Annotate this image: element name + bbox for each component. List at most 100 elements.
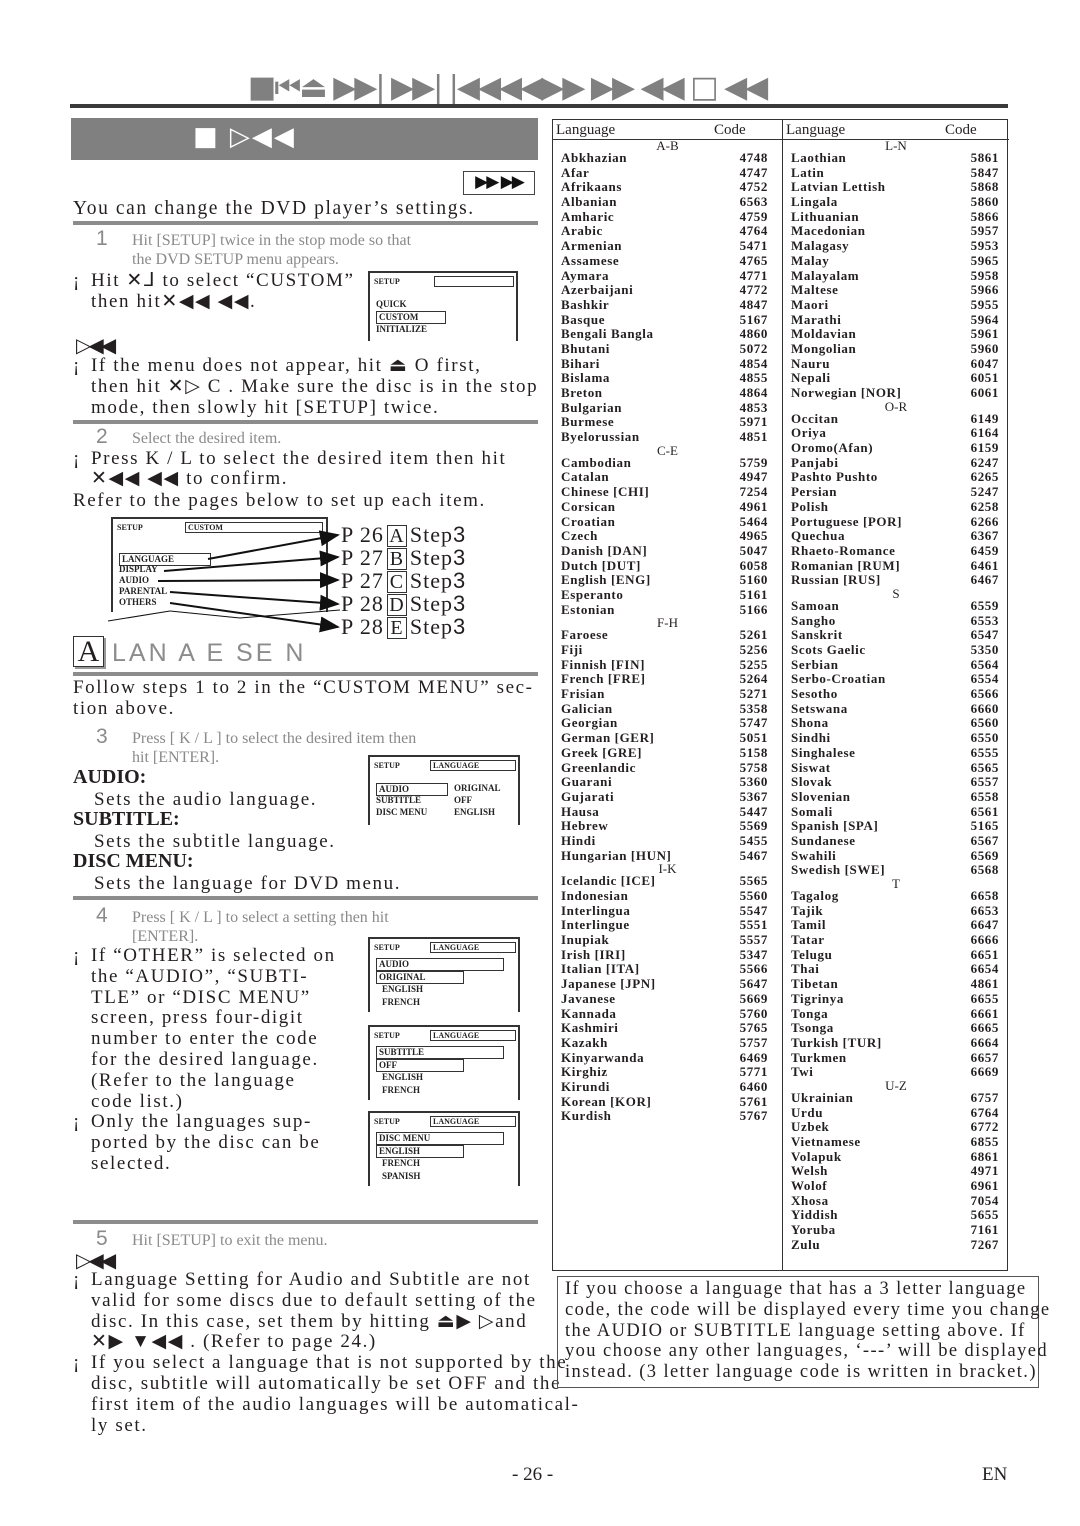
page-ref-language[interactable]: P 26 A Step3	[341, 522, 466, 547]
language-code: 5051	[739, 730, 768, 746]
language-row: Breton 4864	[553, 385, 782, 401]
language-name: Breton	[561, 385, 603, 400]
language-row: Tigrinya 6655	[783, 991, 1009, 1007]
language-name: Basque	[561, 311, 606, 327]
language-code: 4748	[739, 150, 768, 165]
language-name: English [ENG]	[561, 572, 651, 588]
language-row: Spanish [SPA] 5165	[783, 818, 1009, 834]
language-code: 6550	[970, 730, 999, 746]
quick-guide-badge: ▶▶ ▶▶	[463, 171, 535, 195]
language-name: Esperanto	[561, 586, 624, 602]
step-number: 4	[96, 904, 108, 927]
language-code: 4765	[739, 252, 768, 268]
language-row: French [FRE] 5264	[553, 672, 782, 687]
language-row: Korean [KOR] 5761	[553, 1093, 782, 1110]
header-code: Code	[714, 122, 746, 138]
page-ref-display[interactable]: P 27 B Step3	[341, 545, 466, 570]
language-name: Hausa	[561, 803, 600, 819]
language-code: 5957	[970, 223, 999, 239]
page-ref-others[interactable]: P 28 E Step3	[341, 614, 466, 639]
language-name: Samoan	[791, 597, 840, 613]
language-name: Uzbek	[791, 1119, 830, 1135]
language-code: 6047	[970, 355, 999, 371]
note-line: instead. (3 letter language code is writ…	[565, 1362, 1037, 1383]
language-name: Galician	[561, 700, 613, 716]
osd-option: FRENCH	[382, 1085, 420, 1095]
language-row: Estonian 5166	[553, 602, 782, 618]
page-ref-parental[interactable]: P 28 D Step3	[341, 591, 466, 616]
step-1-note-cont: then hit ✕▷ C . Make sure the disc is in…	[91, 376, 539, 397]
language-name: Korean [KOR]	[561, 1093, 652, 1109]
language-code: 6666	[970, 932, 999, 948]
step-number: 1	[96, 227, 108, 250]
language-code: 5165	[970, 818, 999, 834]
language-code: 6568	[970, 862, 999, 878]
language-name: Occitan	[791, 410, 839, 426]
language-name: Kashmiri	[561, 1020, 619, 1036]
step-text: Hit [SETUP] twice in the stop mode so th…	[132, 232, 412, 249]
language-row: Polish 6258	[783, 499, 1009, 515]
language-name: Quechua	[791, 528, 846, 544]
header-code: Code	[945, 122, 977, 138]
language-code: 6265	[970, 469, 999, 485]
language-row: Esperanto 5161	[553, 586, 782, 603]
language-name: Malay	[791, 252, 830, 268]
pointer-arrows	[107, 530, 341, 633]
language-row: Tagalog 6658	[783, 888, 1009, 904]
language-name: Bihari	[561, 355, 600, 371]
language-code: 4759	[739, 208, 768, 224]
language-code: 6861	[970, 1148, 999, 1164]
osd-option: ORIGINAL	[376, 971, 464, 984]
language-row: Shona 6560	[783, 716, 1009, 731]
language-code: 5860	[970, 194, 999, 210]
language-row: Zulu 7267	[783, 1236, 1009, 1253]
language-code: 5760	[739, 1005, 768, 1021]
step-number: 3	[96, 725, 108, 748]
osd-header: SETUP	[374, 761, 400, 770]
step-number: 5	[96, 1227, 108, 1250]
language-code: 4947	[739, 469, 768, 485]
language-code: 6651	[970, 946, 999, 962]
language-row: Tajik 6653	[783, 902, 1009, 919]
language-name: Oriya	[791, 425, 827, 441]
language-row: Interlingua 5547	[553, 903, 782, 919]
language-code: 5471	[739, 238, 768, 254]
language-row: Frisian 5271	[553, 686, 782, 702]
step-2: 2 Select the desired item.	[96, 426, 281, 449]
language-code: 5256	[739, 642, 768, 657]
language-name: Vietnamese	[791, 1134, 861, 1149]
language-code: 5551	[739, 917, 768, 933]
language-name: Tajik	[791, 902, 824, 918]
language-row: Rhaeto-Romance 6459	[783, 543, 1009, 559]
language-code: 5158	[739, 744, 768, 760]
language-row: Bengali Bangla 4860	[553, 326, 782, 342]
language-name: Serbian	[791, 656, 839, 672]
language-row: Slovenian 6558	[783, 788, 1009, 805]
language-row: Lithuanian 5866	[783, 209, 1009, 225]
header-rule	[70, 104, 1008, 108]
language-name: Arabic	[561, 223, 603, 239]
language-row: Marathi 5964	[783, 312, 1009, 328]
language-code: 5358	[739, 700, 768, 716]
page-ref-audio[interactable]: P 27 C Step3	[341, 568, 466, 593]
language-name: Singhalese	[791, 744, 856, 760]
language-code-table: Language Code A-B Abkhazian 4748 Afar 4747 Af…	[552, 119, 1009, 1271]
step-1-note: ¡ If the menu does not appear, hit ⏏ O fi…	[73, 355, 482, 376]
language-row: Telugu 6651	[783, 946, 1009, 963]
language-name: Hungarian [HUN]	[561, 847, 672, 863]
language-row: Icelandic [ICE] 5565	[553, 873, 782, 889]
note-line: code, the code will be displayed every t…	[565, 1299, 1051, 1320]
language-name: Urdu	[791, 1104, 824, 1120]
language-code: 7267	[970, 1236, 999, 1252]
step-1-note-cont2: mode, then slowly hit [SETUP] twice.	[91, 397, 440, 418]
step-1-cont: the DVD SETUP menu appears.	[132, 251, 339, 268]
language-row: Sesotho 6566	[783, 686, 1009, 702]
language-name: Slovenian	[791, 788, 851, 804]
language-row: Scots Gaelic 5350	[783, 642, 1009, 658]
language-row: Maori 5955	[783, 296, 1009, 313]
language-row: Finnish [FIN] 5255	[553, 657, 782, 673]
osd-option: OFF	[376, 1059, 464, 1072]
language-code: 5955	[970, 296, 999, 312]
language-code: 5160	[739, 572, 768, 588]
language-column-l-z: Language Code L-N Laothian 5861 Latin 5847 La…	[783, 120, 1009, 1270]
